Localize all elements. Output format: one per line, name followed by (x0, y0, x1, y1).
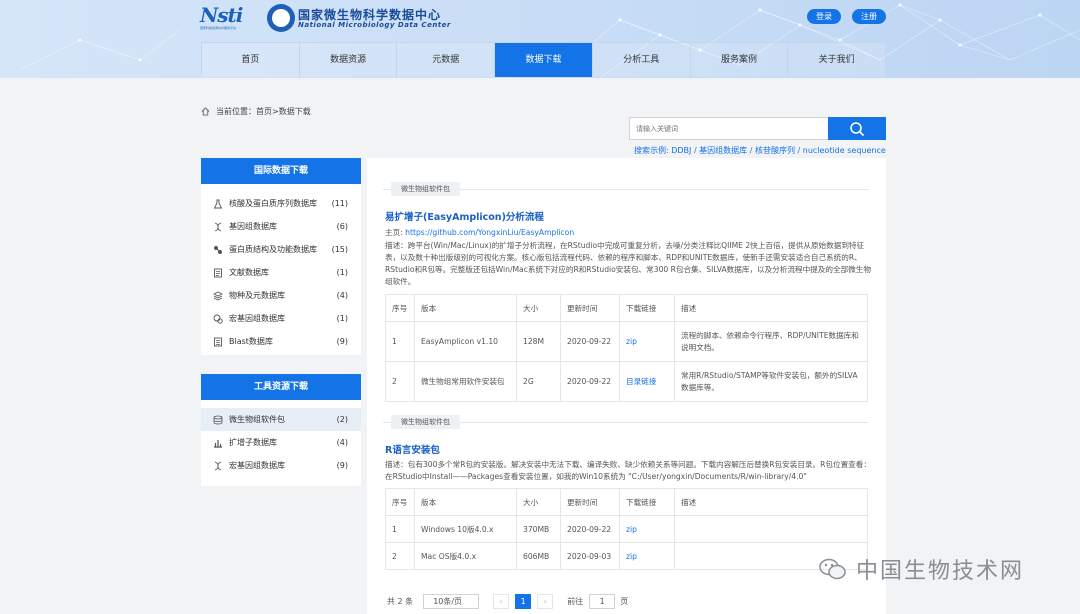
package-description: 描述：包有300多个常R包的安装版。解决安装中无法下载、编译失败、缺少依赖关系等… (385, 460, 871, 481)
home-icon (201, 107, 210, 116)
package-title[interactable]: R语言安装包 (385, 442, 440, 456)
header: Nsti 国家科技资源共享服务平台 国家微生物科学数据中心 National M… (0, 0, 1080, 78)
nav-data-download[interactable]: 数据下载 (494, 43, 592, 77)
table-header-row: 序号 版本 大小 更新时间 下载链接 描述 (385, 294, 868, 322)
package-description: 描述：跨平台(Win/Mac/Linux)的扩增子分析流程，在RStudio中完… (385, 241, 871, 286)
site-subtitle: National Microbiology Data Center (298, 21, 451, 29)
chart-icon (213, 438, 223, 448)
search-input[interactable] (629, 117, 828, 140)
protein-icon (213, 245, 223, 255)
goto-label: 前往 (567, 597, 584, 606)
chevron-right-icon: › (543, 597, 547, 606)
table-header-row: 序号 版本 大小 更新时间 下载链接 描述 (385, 488, 868, 516)
page-1-button[interactable]: 1 (515, 594, 532, 609)
breadcrumb: 当前位置：首页>数据下载 (201, 106, 311, 117)
sidebar-item-species-db[interactable]: 物种及元数据库 (4) (201, 284, 361, 307)
package-title[interactable]: 易扩增子(EasyAmplicon)分析流程 (385, 209, 544, 223)
nav-analysis-tools[interactable]: 分析工具 (591, 43, 690, 77)
search-examples[interactable]: 搜索示例: DDBJ / 基因组数据库 / 核苷酸序列 / nucleotide… (634, 145, 886, 156)
sidebar-item-metagenome-db[interactable]: 宏基因组数据库 (1) (201, 307, 361, 330)
flask-icon (213, 199, 223, 209)
sidebar-item-blast-db[interactable]: Blast数据库 (9) (201, 330, 361, 353)
table-row: 1 Windows 10版4.0.x 370MB 2020-09-22 zip (385, 515, 868, 543)
nsti-logo[interactable]: Nsti 国家科技资源共享服务平台 (200, 4, 256, 32)
sidebar-item-sequence-db[interactable]: 核酸及蛋白质序列数据库 (11) (201, 192, 361, 215)
pagination: 共 2 条 10条/页 ‹ 1 › 前往 1 页 (387, 594, 628, 609)
download-link[interactable]: 目录链接 (626, 377, 656, 386)
watermark: 中国生物技术网 (818, 553, 1024, 585)
search-button[interactable] (828, 117, 886, 140)
nav-service-cases[interactable]: 服务案例 (689, 43, 788, 77)
section-tag: 微生物组软件包 (391, 182, 460, 196)
sidebar-item-microbiome-packages[interactable]: 微生物组软件包 (2) (201, 408, 361, 431)
dna-icon (213, 222, 223, 232)
sidebar-item-genome-db[interactable]: 基因组数据库 (6) (201, 215, 361, 238)
stack-icon (213, 415, 223, 425)
nav-data-resources[interactable]: 数据资源 (298, 43, 397, 77)
wechat-icon (819, 558, 846, 580)
tools-download-title: 工具资源下载 (201, 374, 361, 400)
table-row: 2 Mac OS版4.0.x 606MB 2020-09-03 zip (385, 542, 868, 570)
page-unit-label: 页 (620, 597, 629, 606)
prev-page-button[interactable]: ‹ (493, 594, 510, 609)
download-link[interactable]: zip (626, 552, 637, 561)
main-content: 微生物组软件包 易扩增子(EasyAmplicon)分析流程 主页: https… (367, 158, 886, 614)
download-link[interactable]: zip (626, 337, 637, 346)
nav-about[interactable]: 关于我们 (787, 43, 887, 77)
login-button[interactable]: 登录 (807, 9, 841, 24)
sidebar-item-tool-metagenome-db[interactable]: 宏基因组数据库 (9) (201, 454, 361, 477)
sidebar-item-literature-db[interactable]: 文献数据库 (1) (201, 261, 361, 284)
section-tag: 微生物组软件包 (391, 415, 460, 429)
sidebar-item-protein-db[interactable]: 蛋白质结构及功能数据库 (15) (201, 238, 361, 261)
goto-page-input[interactable]: 1 (589, 594, 616, 609)
package-table: 序号 版本 大小 更新时间 下载链接 描述 1 Windows 10版4.0.x 370MB 2… (385, 488, 868, 570)
microbe-icon (213, 314, 223, 324)
intl-download-panel: 国际数据下载 核酸及蛋白质序列数据库 (11) 基因组数据库 (6) 蛋白质结构及功… (201, 158, 361, 355)
sidebar-item-amplicon-db[interactable]: 扩增子数据库 (4) (201, 431, 361, 454)
document-icon (213, 268, 223, 278)
nav-metadata[interactable]: 元数据 (396, 43, 495, 77)
nmdc-logo[interactable] (267, 4, 295, 32)
list-icon (213, 337, 223, 347)
main-nav: 首页 数据资源 元数据 数据下载 分析工具 服务案例 关于我们 (201, 42, 887, 77)
intl-download-title: 国际数据下载 (201, 158, 361, 184)
package-homepage: 主页: https://github.com/YongxinLiu/EasyAm… (385, 228, 575, 237)
download-link[interactable]: zip (626, 525, 637, 534)
total-count: 共 2 条 (387, 597, 414, 606)
tools-download-panel: 工具资源下载 微生物组软件包 (2) 扩增子数据库 (4) 宏基因组数据库 (9) (201, 374, 361, 486)
homepage-link[interactable]: https://github.com/YongxinLiu/EasyAmplic… (405, 228, 574, 237)
next-page-button[interactable]: › (537, 594, 554, 609)
dna-icon (213, 461, 223, 471)
register-button[interactable]: 注册 (852, 9, 886, 24)
layers-icon (213, 291, 223, 301)
breadcrumb-text: 当前位置：首页>数据下载 (216, 107, 311, 116)
table-row: 2 微生物组常用软件安装包 2G 2020-09-22 目录链接 常用R/RStudio/… (385, 361, 868, 402)
package-table: 序号 版本 大小 更新时间 下载链接 描述 1 EasyAmplicon v1.10 128M… (385, 294, 868, 402)
page-size-select[interactable]: 10条/页 (423, 594, 480, 609)
nav-home[interactable]: 首页 (201, 43, 299, 77)
table-row: 1 EasyAmplicon v1.10 128M 2020-09-22 zip 流程的脚… (385, 321, 868, 362)
search-icon (850, 121, 865, 136)
search-bar (629, 117, 886, 140)
chevron-left-icon: ‹ (499, 597, 503, 606)
